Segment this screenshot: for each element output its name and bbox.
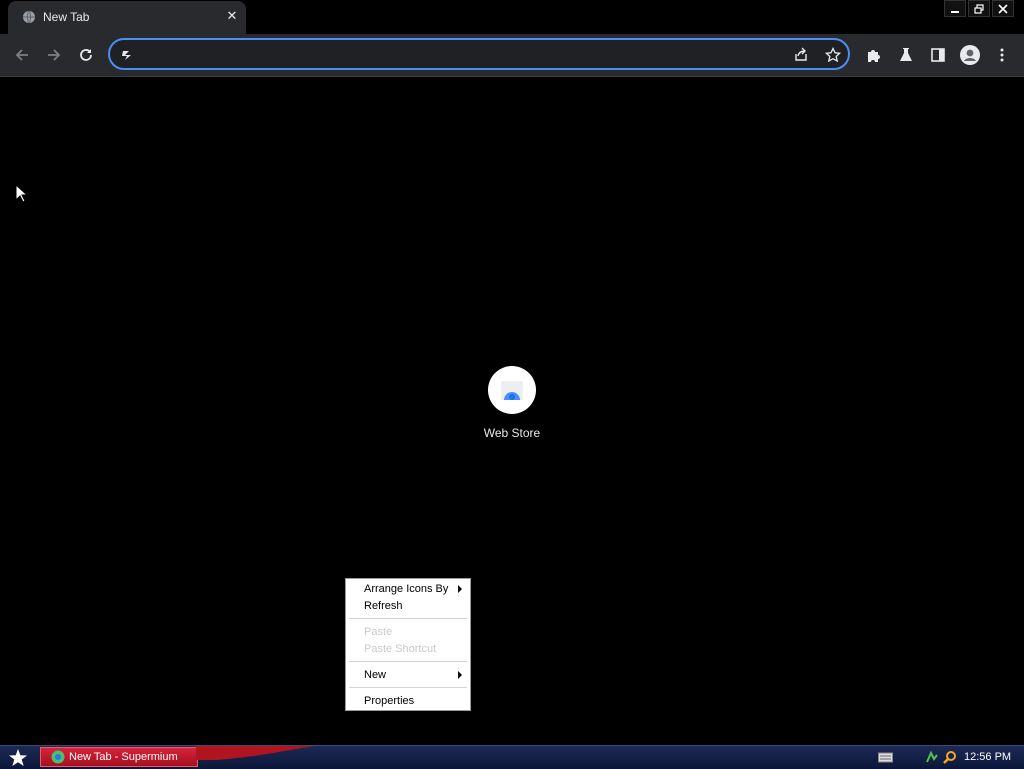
supermium-icon — [51, 750, 65, 764]
reload-button[interactable] — [76, 45, 96, 65]
star-logo-icon — [9, 748, 27, 766]
close-window-button[interactable] — [992, 0, 1014, 17]
taskbar-decoration — [196, 746, 316, 760]
bookmark-star-icon[interactable] — [824, 46, 842, 64]
kebab-menu-icon — [1000, 48, 1004, 62]
profile-button[interactable] — [960, 45, 980, 65]
shortcut-tile — [488, 366, 536, 414]
restore-button[interactable] — [968, 0, 990, 17]
menu-item-paste: Paste — [364, 624, 464, 640]
omnibox[interactable] — [108, 38, 850, 70]
close-tab-icon[interactable]: ✕ — [224, 9, 240, 25]
labs-button[interactable] — [896, 45, 916, 65]
globe-icon — [23, 10, 35, 24]
close-icon — [998, 3, 1008, 14]
shortcut-label: Web Store — [483, 426, 541, 440]
extensions-button[interactable] — [864, 45, 884, 65]
shortcut-web-store[interactable]: Web Store — [472, 366, 552, 440]
menu-item-label: Paste Shortcut — [364, 643, 437, 655]
submenu-arrow-icon — [458, 585, 462, 593]
menu-item-properties[interactable]: Properties — [364, 693, 464, 709]
reload-icon — [80, 49, 92, 61]
submenu-arrow-icon — [458, 671, 462, 679]
search-engine-icon — [118, 46, 136, 64]
menu-item-label: Properties — [364, 695, 415, 707]
arrow-left-icon — [15, 49, 28, 61]
menu-item-label: Arrange Icons By — [364, 583, 449, 595]
flask-icon — [900, 48, 912, 61]
menu-item-new[interactable]: New — [364, 667, 464, 683]
arrow-right-icon — [48, 49, 61, 61]
keyboard-icon[interactable] — [878, 750, 893, 765]
restore-icon — [974, 3, 984, 14]
menu-item-refresh[interactable]: Refresh — [364, 598, 464, 614]
menu-item-label: New — [364, 669, 387, 681]
browser-toolbar — [0, 34, 1024, 77]
menu-separator — [349, 618, 467, 619]
network-icon[interactable] — [924, 750, 939, 765]
back-button[interactable] — [12, 45, 32, 65]
search-icon[interactable] — [942, 750, 957, 765]
window-controls — [944, 0, 1014, 18]
menu-item-label: Refresh — [364, 600, 403, 612]
forward-button[interactable] — [44, 45, 64, 65]
side-panel-button[interactable] — [928, 45, 948, 65]
start-button[interactable] — [6, 746, 30, 769]
tab-new-tab[interactable]: New Tab ✕ — [8, 1, 246, 34]
minimize-icon — [951, 10, 959, 13]
side-panel-icon — [931, 48, 945, 62]
menu-item-arrange-icons-by[interactable]: Arrange Icons By — [364, 581, 464, 597]
tab-strip: New Tab ✕ — [0, 0, 1024, 34]
menu-separator — [349, 687, 467, 688]
share-icon[interactable] — [792, 46, 810, 64]
mouse-cursor-icon — [15, 184, 29, 203]
minimize-button[interactable] — [944, 0, 966, 17]
puzzle-icon — [868, 50, 880, 62]
tab-title: New Tab — [43, 10, 90, 24]
taskbar-window-button[interactable]: New Tab - Supermium — [40, 747, 198, 767]
desktop-context-menu: Arrange Icons By Refresh Paste Paste Sho… — [345, 578, 471, 711]
taskbar: New Tab - Supermium 12:56 PM — [0, 745, 1024, 769]
taskbar-window-label: New Tab - Supermium — [69, 751, 178, 763]
address-input[interactable] — [144, 44, 788, 66]
menu-button[interactable] — [992, 45, 1012, 65]
menu-separator — [349, 661, 467, 662]
web-store-icon — [501, 381, 523, 400]
avatar-icon — [960, 45, 980, 65]
tray-clock: 12:56 PM — [964, 751, 1012, 763]
menu-item-label: Paste — [364, 626, 393, 638]
menu-item-paste-shortcut: Paste Shortcut — [364, 641, 464, 657]
